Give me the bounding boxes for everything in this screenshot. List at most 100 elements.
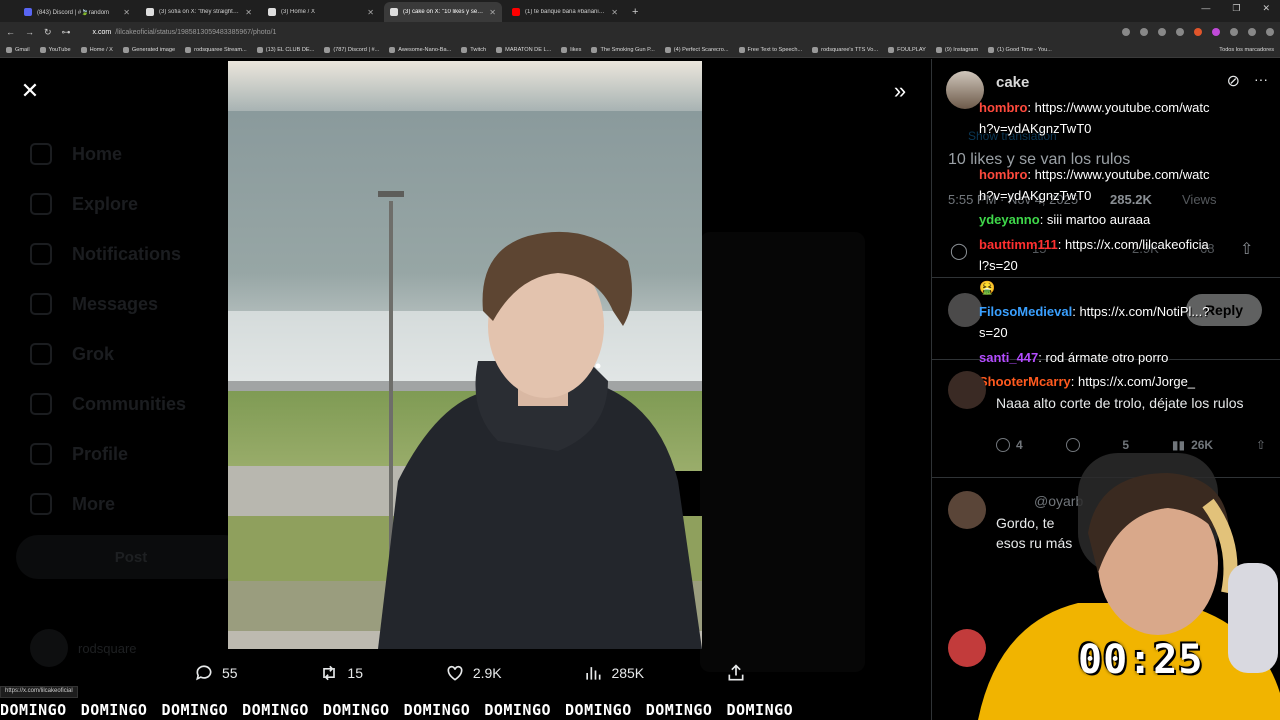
comment-icon[interactable]: ◯: [950, 241, 968, 261]
profile-icon: [30, 443, 52, 465]
extension-icon[interactable]: [1194, 28, 1202, 36]
close-tab-icon[interactable]: ✕: [245, 8, 252, 17]
reply-composer-avatar: [948, 293, 982, 327]
browser-tab-discord[interactable]: (843) Discord | #🍃random ✕: [18, 2, 136, 22]
bookmark-item[interactable]: (13) EL CLUB DE...: [256, 46, 314, 53]
ticker-word: DOMINGO: [726, 701, 794, 719]
grok-icon: [30, 343, 52, 365]
bookmark-favicon-icon: [389, 46, 396, 53]
bookmark-favicon-icon: [80, 46, 87, 53]
bookmark-item[interactable]: Gmail: [6, 46, 30, 53]
youtube-icon: [512, 8, 520, 16]
bookmark-item[interactable]: (9) Instagram: [935, 46, 978, 53]
bookmark-item[interactable]: Twitch: [461, 46, 486, 53]
extension-icon[interactable]: [1122, 28, 1130, 36]
reply-like-action[interactable]: 5: [1122, 438, 1129, 452]
site-info-icon[interactable]: ⊶: [62, 27, 71, 38]
bookmark-item[interactable]: Generated image: [122, 46, 175, 53]
url-field[interactable]: x.com/lilcakeoficial/status/198581305948…: [86, 24, 987, 40]
back-icon[interactable]: ←: [6, 27, 15, 37]
bookmark-favicon-icon: [6, 46, 12, 53]
share-action[interactable]: [726, 663, 746, 683]
ticker-word: DOMINGO: [161, 701, 229, 719]
close-photo-button[interactable]: ✕: [18, 78, 42, 103]
extension-icon[interactable]: [1158, 28, 1166, 36]
ticker-word: DOMINGO: [80, 701, 148, 719]
close-tab-icon[interactable]: ✕: [367, 8, 374, 17]
x-logo-icon: [146, 8, 154, 16]
bookmark-item[interactable]: (1) Good Time - You...: [988, 46, 1052, 53]
bookmark-item[interactable]: MARATON DE L...: [496, 46, 551, 53]
bookmarks-bar: Gmail YouTube Home / X Generated image rodsq…: [0, 42, 1280, 58]
bookmark-item[interactable]: Free Text to Speech...: [738, 46, 802, 53]
browser-tab-home[interactable]: (3) Home / X ✕: [262, 2, 380, 22]
heart-icon: [447, 665, 463, 681]
new-tab-button[interactable]: +: [632, 2, 638, 22]
reload-icon[interactable]: ↻: [44, 27, 52, 38]
ticker-word: DOMINGO: [645, 701, 713, 719]
chat-username: FilosoMedieval: [979, 304, 1073, 319]
menu-dots-icon[interactable]: [1266, 28, 1274, 36]
domingo-ticker: DOMINGO DOMINGO DOMINGO DOMINGO DOMINGO DOMIN…: [0, 700, 940, 720]
repost-action[interactable]: 15: [319, 663, 363, 683]
bookmark-item[interactable]: YouTube: [39, 46, 71, 53]
dimmed-sidebar: Home Explore Notifications Messages Grok Comm…: [30, 129, 186, 529]
chat-username: hombro: [979, 167, 1028, 182]
download-icon[interactable]: [1230, 28, 1238, 36]
extension-icon[interactable]: [1212, 28, 1220, 36]
more-options-icon[interactable]: ···: [1254, 71, 1268, 87]
extension-icon[interactable]: [1140, 28, 1148, 36]
bookmark-item[interactable]: (4) Perfect Scarecro...: [664, 46, 729, 53]
bookmark-favicon-icon: [935, 46, 942, 53]
bookmark-item[interactable]: (787) Discord | #...: [324, 46, 379, 53]
close-window-icon[interactable]: ✕: [1262, 3, 1270, 14]
reply-comment-action[interactable]: 4: [996, 438, 1023, 452]
close-tab-icon[interactable]: ✕: [123, 8, 130, 17]
bookmark-favicon-icon: [461, 46, 468, 53]
author-name[interactable]: cake: [996, 74, 1029, 91]
photo-action-bar: 55 15 2.9K 285K: [180, 659, 760, 687]
close-tab-icon[interactable]: ✕: [611, 8, 618, 17]
sidebar-item-notifications: Notifications: [30, 229, 186, 279]
browser-tab-cake[interactable]: (3) cake on X: "10 likes y se van ✕: [384, 2, 502, 22]
all-bookmarks-folder[interactable]: Todos los marcadores: [1219, 47, 1274, 53]
sidebar-item-profile: Profile: [30, 429, 186, 479]
bookmark-favicon-icon: [888, 46, 895, 53]
notifications-icon: [30, 243, 52, 265]
chat-message: hombro: https://www.youtube.com/watch?v=…: [979, 100, 1210, 136]
star-icon[interactable]: [1176, 28, 1184, 36]
explore-icon: [30, 193, 52, 215]
photo-viewer: Home Explore Notifications Messages Grok Comm…: [0, 59, 1280, 720]
browser-tab-youtube[interactable]: (1) te banque bana #bananirou ✕: [506, 2, 624, 22]
share-icon[interactable]: ⇧: [1256, 438, 1266, 452]
bookmark-item[interactable]: likes: [561, 46, 581, 53]
bookmark-item[interactable]: rodsquaree's TTS Vo...: [812, 46, 878, 53]
minimize-icon[interactable]: —: [1201, 3, 1210, 14]
tweet-photo[interactable]: [228, 61, 702, 649]
browser-tab-sofia[interactable]: (3) sofia on X: "they straight up ✕: [140, 2, 258, 22]
share-icon[interactable]: ⇧: [1240, 239, 1253, 259]
like-action[interactable]: 2.9K: [445, 663, 502, 683]
forward-icon[interactable]: →: [25, 27, 34, 37]
bookmark-favicon-icon: [561, 46, 568, 53]
x-logo-icon: [268, 8, 276, 16]
bookmark-item[interactable]: Awesome-Nano-Ba...: [389, 46, 451, 53]
views-action[interactable]: 285K: [583, 663, 644, 683]
maximize-icon[interactable]: ❐: [1232, 3, 1240, 14]
bookmark-item[interactable]: The Smoking Gun P...: [591, 46, 655, 53]
profile-avatar-icon[interactable]: [1248, 28, 1256, 36]
reply-action[interactable]: 55: [194, 663, 238, 683]
reply-views-action[interactable]: ▮▮ 26K: [1172, 438, 1213, 452]
bookmark-favicon-icon: [185, 46, 192, 53]
messages-icon: [30, 293, 52, 315]
grok-icon[interactable]: ⊘: [1227, 71, 1240, 91]
reply-repost-action[interactable]: [1065, 438, 1080, 452]
bookmark-item[interactable]: Home / X: [80, 46, 113, 53]
close-tab-icon[interactable]: ✕: [489, 8, 496, 17]
chat-message: bauttimm111: https://x.com/lilcakeoficia…: [979, 237, 1209, 273]
collapse-panel-button[interactable]: »: [888, 78, 912, 103]
bookmark-item[interactable]: rodsquaree Stream...: [185, 46, 247, 53]
avatar[interactable]: [948, 371, 986, 409]
bookmark-item[interactable]: FOULPLAY: [888, 46, 926, 53]
ticker-word: DOMINGO: [0, 701, 67, 719]
